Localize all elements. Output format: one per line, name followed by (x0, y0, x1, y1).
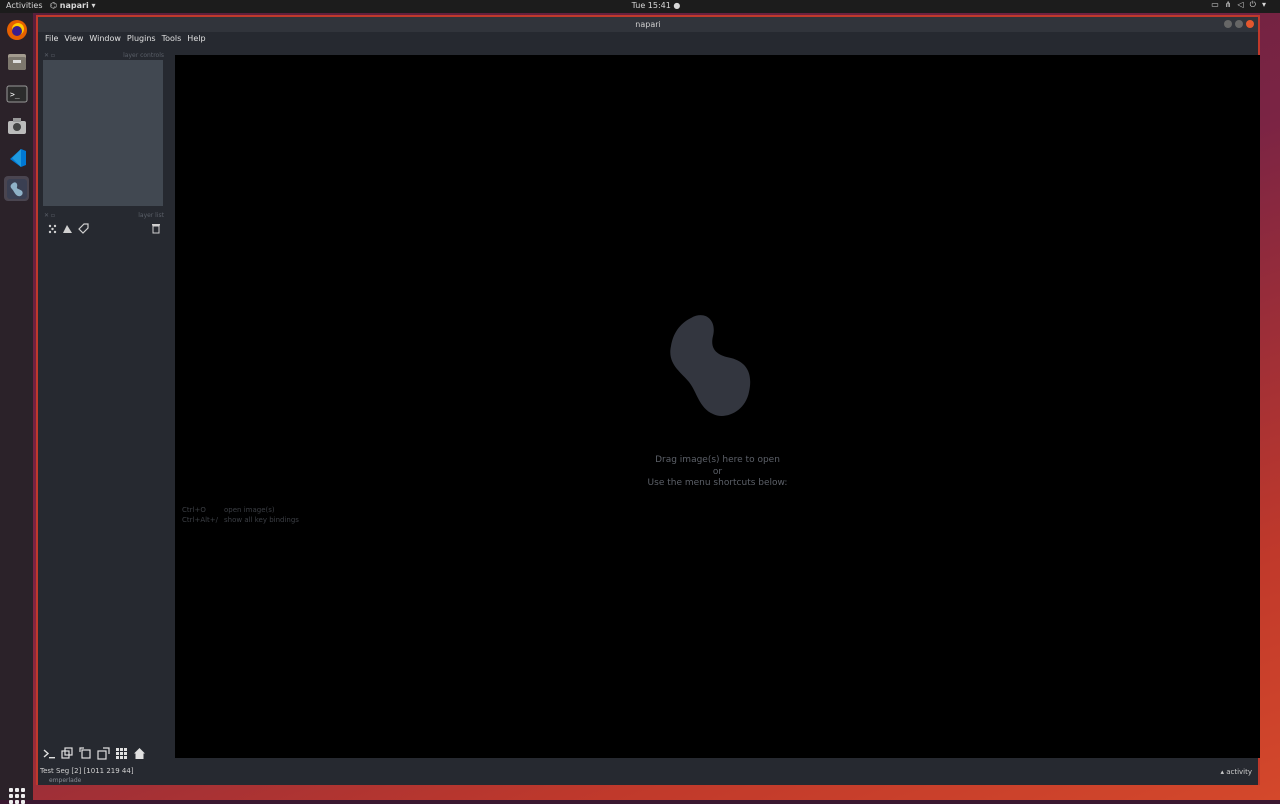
menu-help[interactable]: Help (184, 32, 208, 46)
napari-icon (6, 178, 27, 199)
chevron-down-icon: ▾ (91, 1, 96, 10)
trash-icon (151, 223, 160, 233)
dock-vscode[interactable] (4, 145, 29, 170)
shortcut-key: Ctrl+Alt+/ (182, 516, 219, 524)
grid-icon (115, 747, 127, 759)
layer-buttons-row (42, 220, 166, 236)
shortcut-key: Ctrl+O (182, 506, 206, 514)
chevron-down-icon: ▾ (1261, 0, 1272, 9)
app-menu-label: napari (59, 1, 89, 10)
menu-shortcut-text: Use the menu shortcuts below: (647, 478, 788, 488)
roll-icon (78, 746, 91, 759)
shortcut-row: Ctrl+O open image(s) (182, 505, 299, 515)
vscode-icon (9, 148, 26, 167)
transpose-icon (96, 746, 110, 760)
napari-window: napari File View Window Plugins Tools He… (36, 15, 1260, 785)
window-title: napari (635, 20, 661, 29)
layer-controls-dock-title: ✕ ▫ layer controls (42, 50, 166, 60)
power-icon: ⏻ (1249, 0, 1262, 9)
layer-controls-area (43, 60, 163, 206)
roll-dims-button[interactable] (78, 746, 92, 760)
console-icon (43, 748, 55, 758)
left-dock-panel: ✕ ▫ layer controls ✕ ▫ layer list (42, 50, 166, 758)
new-labels-layer-button[interactable] (77, 222, 90, 234)
napari-small-icon: ⌬ (50, 1, 57, 10)
menu-view[interactable]: View (61, 32, 86, 46)
window-controls (1224, 20, 1254, 28)
menu-window[interactable]: Window (86, 32, 124, 46)
menu-tools[interactable]: Tools (159, 32, 185, 46)
dock-files[interactable] (4, 49, 29, 74)
minimize-button[interactable] (1224, 20, 1232, 28)
square-stack-icon (60, 746, 73, 759)
labels-tag-icon (77, 222, 89, 234)
dock-firefox[interactable] (4, 17, 29, 42)
points-icon (48, 224, 56, 233)
maximize-button[interactable] (1235, 20, 1243, 28)
new-shapes-layer-button[interactable] (62, 222, 75, 234)
shortcut-list: Ctrl+O open image(s) Ctrl+Alt+/ show all… (182, 505, 299, 525)
grid-view-button[interactable] (114, 746, 128, 760)
svg-text:>_: >_ (10, 90, 20, 99)
terminal-icon: >_ (6, 85, 27, 102)
close-button[interactable] (1246, 20, 1254, 28)
show-applications-icon[interactable] (9, 788, 25, 804)
shapes-icon (63, 224, 73, 233)
dock-napari[interactable] (4, 176, 29, 201)
window-titlebar[interactable]: napari (38, 17, 1258, 32)
dock-camera[interactable] (4, 113, 29, 138)
shortcut-desc: open image(s) (224, 506, 275, 514)
shortcut-desc: show all key bindings (224, 516, 299, 524)
layer-list-title: layer list (138, 211, 164, 219)
layer-list-dock-title: ✕ ▫ layer list (42, 210, 166, 220)
status-text: Test Seg [2] [1011 219 44] (40, 767, 134, 775)
network-icon: ⋔ (1224, 0, 1238, 9)
home-button[interactable] (132, 746, 146, 760)
welcome-message: Drag image(s) here to open or Use the me… (175, 455, 1260, 490)
activity-label: activity (1226, 768, 1252, 776)
volume-icon: ◁ (1237, 0, 1250, 9)
transpose-button[interactable] (96, 746, 110, 760)
menu-bar: File View Window Plugins Tools Help (38, 32, 1258, 46)
layer-controls-title: layer controls (123, 51, 164, 59)
app-menu[interactable]: ⌬ napari ▾ (50, 1, 96, 10)
shortcut-row: Ctrl+Alt+/ show all key bindings (182, 515, 299, 525)
system-tray[interactable]: ▭⋔◁⏻▾ (1211, 0, 1272, 10)
menu-file[interactable]: File (42, 32, 61, 46)
clock-label: Tue 15:41 (631, 1, 671, 10)
dock-close-float-icons[interactable]: ✕ ▫ (44, 212, 55, 219)
clock[interactable]: Tue 15:41 ● (626, 1, 686, 10)
files-icon (7, 53, 26, 70)
display-icon: ▭ (1211, 0, 1225, 9)
status-subtext: emperlade (49, 777, 82, 784)
or-text: or (712, 466, 723, 477)
drag-text: Drag image(s) here to open (655, 455, 780, 465)
menu-plugins[interactable]: Plugins (124, 32, 159, 46)
home-icon (133, 747, 145, 759)
viewer-buttons (42, 746, 146, 760)
activities-button[interactable]: Activities (6, 1, 43, 10)
dock-close-float-icons[interactable]: ✕ ▫ (44, 52, 55, 59)
new-points-layer-button[interactable] (46, 222, 59, 234)
viewer-canvas[interactable]: Drag image(s) here to open or Use the me… (175, 55, 1260, 758)
ndisplay-button[interactable] (60, 746, 74, 760)
napari-logo-icon (670, 315, 751, 416)
gnome-top-bar: Activities ⌬ napari ▾ Tue 15:41 ● ▭⋔◁⏻▾ (0, 0, 1280, 13)
delete-layer-button[interactable] (150, 222, 163, 234)
ubuntu-dock: >_ (0, 13, 33, 804)
dock-terminal[interactable]: >_ (4, 81, 29, 106)
firefox-icon (6, 19, 27, 40)
activity-button[interactable]: ▴ activity (1220, 768, 1252, 776)
camera-icon (7, 117, 26, 134)
status-bar: Test Seg [2] [1011 219 44] emperlade ▴ a… (38, 765, 1258, 785)
console-button[interactable] (42, 746, 56, 760)
